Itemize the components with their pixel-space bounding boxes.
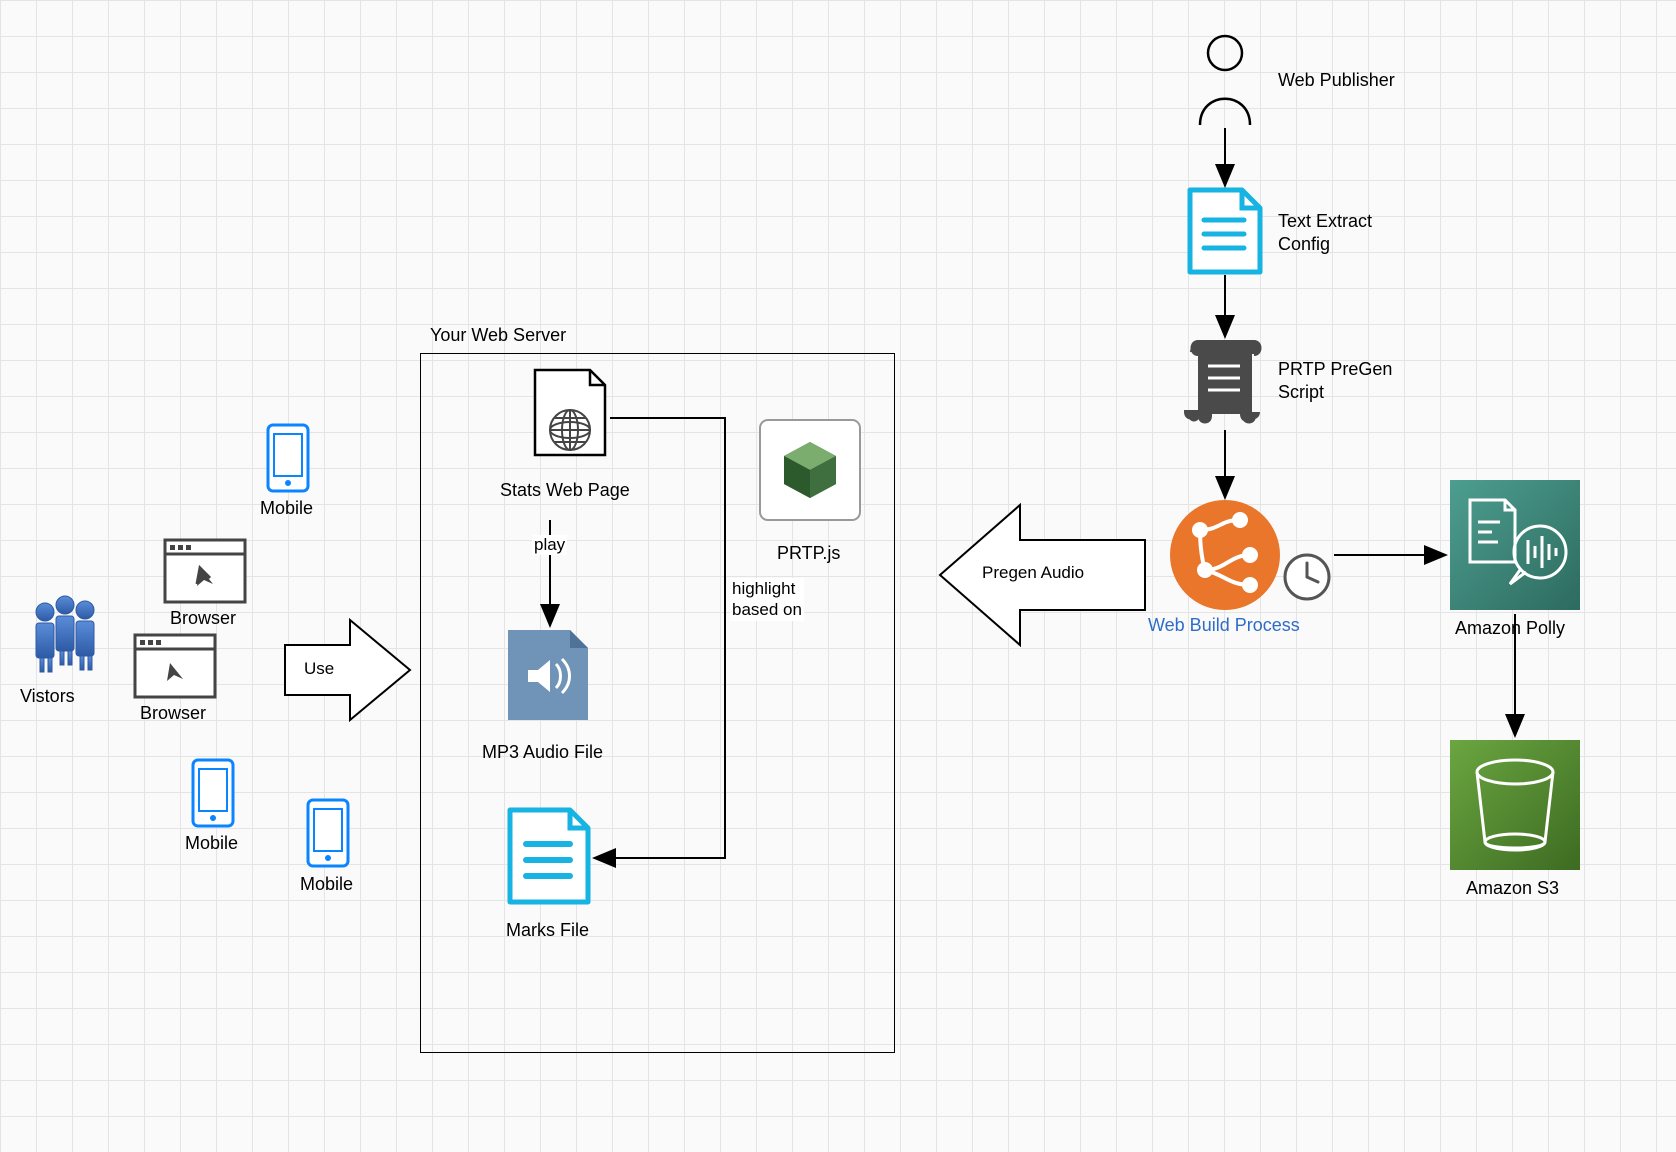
pregen-audio-arrow-label: Pregen Audio	[980, 563, 1086, 583]
mobile-label: Mobile	[185, 833, 238, 854]
web-publisher-label: Web Publisher	[1278, 70, 1395, 91]
container-title: Your Web Server	[430, 325, 566, 346]
stats-web-page-label: Stats Web Page	[500, 480, 630, 501]
marks-file-label: Marks File	[506, 920, 589, 941]
mobile-label: Mobile	[260, 498, 313, 519]
use-arrow-label: Use	[302, 659, 336, 679]
text-extract-config-label: Text Extract Config	[1278, 210, 1372, 255]
mp3-audio-file-label: MP3 Audio File	[482, 742, 603, 763]
amazon-polly-label: Amazon Polly	[1455, 618, 1565, 639]
highlight-edge-label: highlight based on	[730, 578, 804, 621]
prtpjs-label: PRTP.js	[777, 543, 840, 564]
prtp-pregen-script-label: PRTP PreGen Script	[1278, 358, 1392, 403]
browser-label: Browser	[170, 608, 236, 629]
web-server-container	[420, 353, 895, 1053]
amazon-s3-label: Amazon S3	[1466, 878, 1559, 899]
web-build-process-label: Web Build Process	[1148, 615, 1300, 636]
visitors-label: Vistors	[20, 686, 75, 707]
mobile-label: Mobile	[300, 874, 353, 895]
play-edge-label: play	[532, 535, 567, 555]
browser-label: Browser	[140, 703, 206, 724]
